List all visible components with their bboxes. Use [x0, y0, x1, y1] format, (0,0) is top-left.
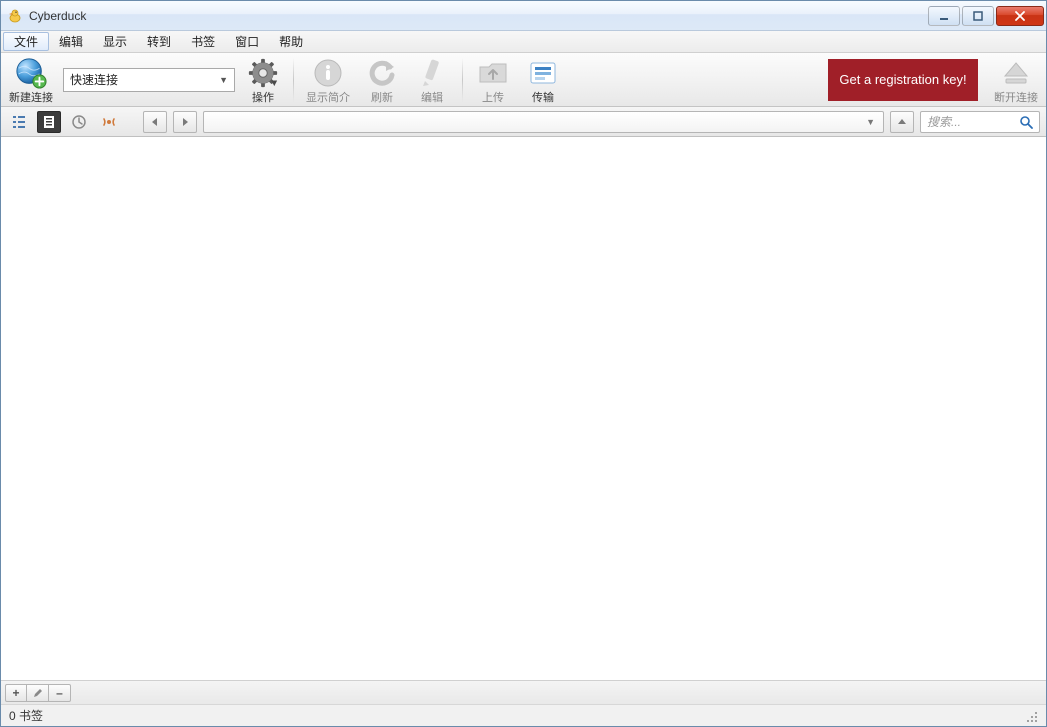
info-icon: [312, 57, 344, 89]
quick-connect-value: 快速连接: [70, 71, 118, 88]
remove-bookmark-button[interactable]: –: [49, 684, 71, 702]
bookmarks-list[interactable]: [1, 137, 1046, 680]
view-outline-button[interactable]: [7, 111, 31, 133]
edit-bookmark-button[interactable]: [27, 684, 49, 702]
edit-button[interactable]: 编辑: [410, 53, 454, 106]
bookmarks-edit-bar: + –: [1, 680, 1046, 704]
disconnect-label: 断开连接: [994, 89, 1038, 105]
upload-label: 上传: [482, 89, 504, 105]
resize-grip[interactable]: [1024, 709, 1038, 723]
path-combo[interactable]: ▼: [203, 111, 884, 133]
chevron-down-icon: ▼: [219, 75, 228, 85]
window-title: Cyberduck: [29, 9, 86, 23]
plus-icon: +: [12, 686, 19, 700]
search-icon: [1019, 115, 1033, 129]
toolbar-separator: [462, 58, 463, 102]
minimize-button[interactable]: [928, 6, 960, 26]
nav-back-button[interactable]: [143, 111, 167, 133]
chevron-down-icon: ▼: [866, 117, 875, 127]
toolbar-separator: [293, 58, 294, 102]
view-bookmarks-button[interactable]: [37, 111, 61, 133]
edit-label: 编辑: [421, 89, 443, 105]
menu-edit[interactable]: 编辑: [49, 31, 93, 52]
menubar: 文件 编辑 显示 转到 书签 窗口 帮助: [1, 31, 1046, 53]
menu-help[interactable]: 帮助: [269, 31, 313, 52]
statusbar: 0 书签: [1, 704, 1046, 726]
nav-up-button[interactable]: [890, 111, 914, 133]
upload-folder-icon: [477, 57, 509, 89]
navigation-toolbar: ▼ 搜索...: [1, 107, 1046, 137]
nav-forward-button[interactable]: [173, 111, 197, 133]
disconnect-button[interactable]: 断开连接: [990, 53, 1042, 106]
search-placeholder: 搜索...: [927, 113, 961, 130]
search-input[interactable]: 搜索...: [920, 111, 1040, 133]
menu-bookmark[interactable]: 书签: [181, 31, 225, 52]
transfers-label: 传输: [532, 89, 554, 105]
menu-window[interactable]: 窗口: [225, 31, 269, 52]
app-window: Cyberduck 文件 编辑 显示 转到 书签 窗口 帮助: [0, 0, 1047, 727]
registration-banner-text: Get a registration key!: [839, 72, 966, 87]
transfers-icon: [527, 57, 559, 89]
upload-button[interactable]: 上传: [471, 53, 515, 106]
refresh-icon: [366, 57, 398, 89]
gear-icon: [247, 57, 279, 89]
view-bonjour-button[interactable]: [97, 111, 121, 133]
add-bookmark-button[interactable]: +: [5, 684, 27, 702]
window-controls: [926, 6, 1044, 26]
app-icon: [7, 8, 23, 24]
new-connection-button[interactable]: 新建连接: [5, 53, 57, 106]
globe-plus-icon: [15, 57, 47, 89]
new-connection-label: 新建连接: [9, 89, 53, 105]
maximize-button[interactable]: [962, 6, 994, 26]
eject-icon: [1000, 57, 1032, 89]
get-info-button[interactable]: 显示简介: [302, 53, 354, 106]
action-button[interactable]: 操作: [241, 53, 285, 106]
menu-view[interactable]: 显示: [93, 31, 137, 52]
get-info-label: 显示简介: [306, 89, 350, 105]
pencil-icon: [416, 57, 448, 89]
refresh-label: 刷新: [371, 89, 393, 105]
menu-go[interactable]: 转到: [137, 31, 181, 52]
titlebar[interactable]: Cyberduck: [1, 1, 1046, 31]
action-label: 操作: [252, 89, 274, 105]
menu-file[interactable]: 文件: [3, 32, 49, 51]
quick-connect-combo[interactable]: 快速连接 ▼: [63, 68, 235, 92]
registration-banner[interactable]: Get a registration key!: [828, 59, 978, 101]
status-text: 0 书签: [9, 707, 43, 724]
view-history-button[interactable]: [67, 111, 91, 133]
minus-icon: –: [56, 686, 63, 700]
pencil-small-icon: [32, 687, 44, 699]
refresh-button[interactable]: 刷新: [360, 53, 404, 106]
main-toolbar: 新建连接 快速连接 ▼: [1, 53, 1046, 107]
close-button[interactable]: [996, 6, 1044, 26]
transfers-button[interactable]: 传输: [521, 53, 565, 106]
